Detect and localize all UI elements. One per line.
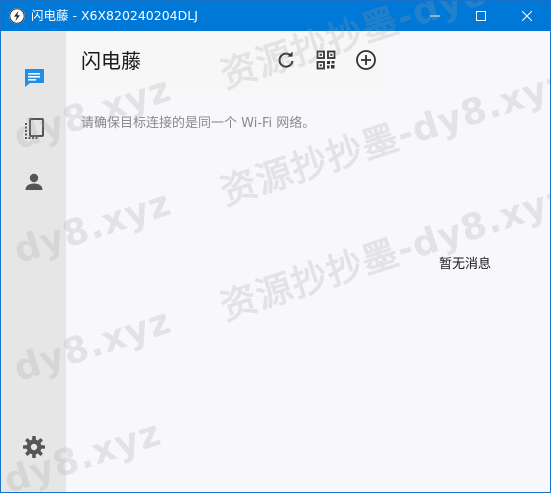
close-button[interactable] bbox=[504, 1, 550, 31]
main-panel: 闪电藤 请确保目标连接的是同一个 Wi-Fi 网络。 暂无消息 bbox=[66, 31, 550, 492]
sidebar-item-devices[interactable] bbox=[21, 116, 47, 142]
close-icon bbox=[522, 11, 532, 21]
qr-code-button[interactable] bbox=[313, 47, 339, 73]
network-hint-text: 请确保目标连接的是同一个 Wi-Fi 网络。 bbox=[81, 116, 316, 131]
qr-code-icon bbox=[316, 50, 336, 70]
gear-icon bbox=[23, 436, 45, 458]
page-title: 闪电藤 bbox=[81, 49, 141, 73]
app-window: 闪电藤 - X6X820240204DLJ 闪电藤 请确保目标连接的是同一个 W… bbox=[0, 0, 551, 493]
add-button[interactable] bbox=[353, 47, 379, 73]
maximize-button[interactable] bbox=[458, 1, 504, 31]
devices-icon bbox=[25, 118, 44, 139]
minimize-button[interactable] bbox=[412, 1, 458, 31]
sidebar bbox=[1, 31, 66, 492]
empty-state-message: 暂无消息 bbox=[439, 257, 492, 272]
chat-bubble-icon bbox=[25, 69, 44, 87]
sidebar-item-contacts[interactable] bbox=[21, 169, 47, 195]
refresh-button[interactable] bbox=[273, 47, 299, 73]
refresh-icon bbox=[278, 51, 294, 68]
sidebar-item-chat[interactable] bbox=[21, 65, 47, 91]
person-icon bbox=[25, 173, 43, 190]
minimize-icon bbox=[430, 15, 440, 17]
maximize-icon bbox=[476, 11, 486, 21]
settings-button[interactable] bbox=[21, 434, 47, 460]
title-bar[interactable]: 闪电藤 - X6X820240204DLJ bbox=[1, 1, 550, 31]
add-circle-icon bbox=[356, 50, 376, 70]
window-title: 闪电藤 - X6X820240204DLJ bbox=[31, 8, 198, 23]
app-logo-icon bbox=[9, 8, 25, 24]
main-header: 闪电藤 bbox=[66, 31, 386, 91]
